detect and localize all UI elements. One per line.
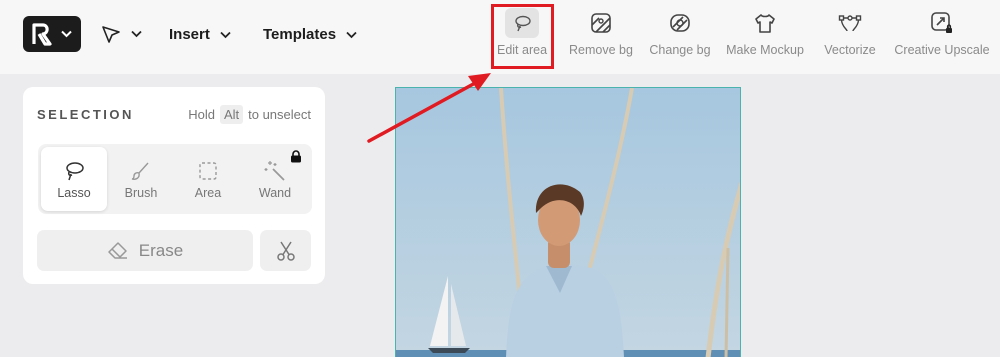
selection-mode-group: Lasso Brush Area Wand (38, 144, 312, 214)
change-bg-label: Change bg (649, 43, 711, 57)
templates-menu-button[interactable]: Templates (263, 26, 357, 43)
brush-icon (108, 156, 174, 186)
mode-label: Wand (258, 186, 292, 200)
chevron-down-icon (61, 30, 72, 38)
insert-menu-button[interactable]: Insert (169, 26, 231, 43)
app-menu-button[interactable] (23, 16, 81, 52)
select-tool-button[interactable] (101, 24, 142, 44)
canvas-photo[interactable] (395, 87, 741, 357)
vector-nodes-icon (833, 8, 867, 38)
panel-title: SELECTION (37, 107, 134, 122)
upscale-icon (925, 8, 959, 38)
creative-upscale-button[interactable]: Creative Upscale (892, 8, 992, 57)
vectorize-label: Vectorize (824, 43, 876, 57)
logo-icon (32, 23, 52, 46)
remove-bg-label: Remove bg (569, 43, 633, 57)
unselect-hint: Hold Alt to unselect (188, 105, 311, 124)
area-select-icon (175, 156, 241, 186)
remove-bg-icon (584, 8, 618, 38)
lock-icon (291, 150, 301, 163)
creative-upscale-label: Creative Upscale (894, 43, 990, 57)
chevron-down-icon (131, 30, 142, 38)
hint-prefix: Hold (188, 107, 215, 122)
templates-label: Templates (263, 26, 337, 43)
edit-area-highlight (491, 4, 554, 69)
insert-label: Insert (169, 26, 210, 43)
mode-wand[interactable]: Wand (242, 147, 308, 211)
sailboat-photo-image (396, 88, 740, 357)
mode-brush[interactable]: Brush (108, 147, 174, 211)
make-mockup-label: Make Mockup (726, 43, 804, 57)
shirt-icon (748, 8, 782, 38)
eraser-icon (108, 241, 127, 259)
erase-label: Erase (138, 240, 184, 260)
mode-lasso[interactable]: Lasso (41, 147, 107, 211)
cut-selection-button[interactable] (260, 230, 311, 271)
selection-panel: SELECTION Hold Alt to unselect Lasso Bru… (23, 87, 325, 284)
mode-label: Brush (124, 186, 158, 200)
hint-suffix: to unselect (248, 107, 311, 122)
alt-key-badge: Alt (219, 105, 244, 124)
change-bg-icon (663, 8, 697, 38)
erase-button[interactable]: Erase (37, 230, 253, 271)
chevron-down-icon (220, 31, 231, 38)
scissors-icon (276, 241, 295, 261)
chevron-down-icon (346, 31, 357, 38)
mode-area[interactable]: Area (175, 147, 241, 211)
pointer-icon (102, 26, 120, 43)
lasso-icon (41, 156, 107, 186)
vectorize-button[interactable]: Vectorize (800, 8, 900, 57)
mode-label: Area (194, 186, 222, 200)
mode-label: Lasso (57, 186, 91, 200)
